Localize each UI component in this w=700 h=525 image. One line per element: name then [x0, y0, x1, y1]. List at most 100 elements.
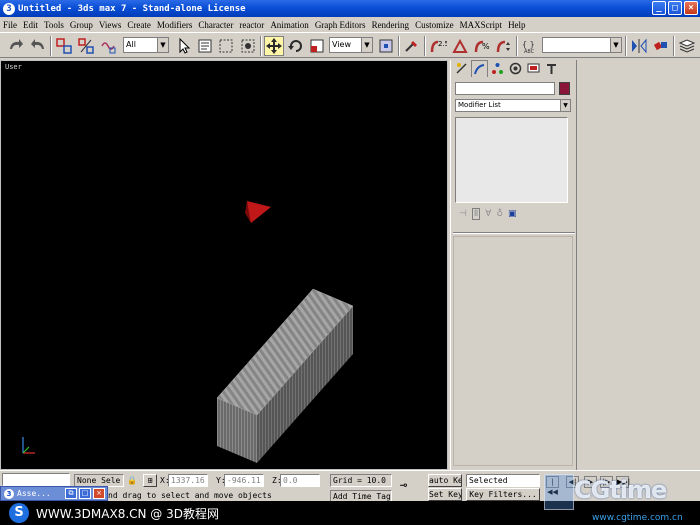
chevron-down-icon: ▼: [361, 38, 372, 52]
selection-filter-value: All: [126, 40, 136, 49]
panel-divider: [453, 232, 575, 234]
close-icon[interactable]: ×: [93, 488, 105, 499]
undo-icon[interactable]: [6, 36, 26, 56]
close-icon[interactable]: ×: [684, 1, 698, 15]
svg-text:2.5: 2.5: [438, 40, 447, 48]
menu-edit[interactable]: Edit: [20, 20, 41, 30]
rectangular-selection-icon[interactable]: [216, 36, 236, 56]
watermark-logo-icon: S: [9, 503, 29, 523]
layer-manager-icon[interactable]: [677, 36, 697, 56]
menu-views[interactable]: Views: [96, 20, 124, 30]
select-and-link-icon[interactable]: [54, 36, 74, 56]
z-coordinate-field[interactable]: 0.0: [280, 474, 320, 487]
set-key-button[interactable]: Set Key: [428, 488, 462, 501]
object-color-swatch[interactable]: [559, 82, 570, 95]
chevron-down-icon: ▼: [610, 38, 621, 52]
selection-filter-dropdown[interactable]: All ▼: [123, 37, 169, 53]
lock-selection-icon[interactable]: 🔒: [127, 474, 137, 487]
display-tab-icon[interactable]: [525, 60, 542, 77]
menu-customize[interactable]: Customize: [412, 20, 457, 30]
menu-reactor[interactable]: reactor: [236, 20, 267, 30]
hierarchy-tab-icon[interactable]: [489, 60, 506, 77]
maximize-icon[interactable]: □: [79, 488, 91, 499]
pivot-center-icon[interactable]: [376, 36, 396, 56]
y-coordinate-field[interactable]: -946.11: [224, 474, 264, 487]
key-icon[interactable]: ⊸: [400, 479, 407, 492]
cgtime-logo: CGtime www.cgtime.com.cn: [540, 470, 700, 525]
select-and-scale-icon[interactable]: [307, 36, 327, 56]
redo-icon[interactable]: [28, 36, 48, 56]
make-unique-icon[interactable]: ∀: [485, 209, 491, 219]
chevron-down-icon: ▼: [157, 38, 168, 52]
app-icon: 3: [3, 2, 15, 15]
modify-tab-icon[interactable]: [471, 60, 488, 77]
utilities-tab-icon[interactable]: [543, 60, 560, 77]
menu-maxscript[interactable]: MAXScript: [457, 20, 506, 30]
key-mode-dropdown[interactable]: Selected: [466, 474, 540, 487]
cgtime-logo-mark: [544, 474, 574, 510]
unlink-selection-icon[interactable]: [76, 36, 96, 56]
minimized-asset-browser[interactable]: 3 Asse... ⧉ □ ×: [0, 486, 108, 501]
camera-cone-icon[interactable]: [245, 201, 271, 223]
menu-character[interactable]: Character: [195, 20, 236, 30]
modifier-list-label: Modifier List: [458, 101, 501, 109]
percent-snap-icon[interactable]: %: [472, 36, 492, 56]
select-by-name-icon[interactable]: [195, 36, 215, 56]
create-tab-icon[interactable]: [453, 60, 470, 77]
grid-size-display: Grid = 10.0: [330, 474, 392, 487]
select-object-icon[interactable]: [174, 36, 194, 56]
menu-group[interactable]: Group: [67, 20, 96, 30]
object-name-field[interactable]: [455, 82, 555, 95]
named-selection-dropdown[interactable]: ▼: [542, 37, 622, 53]
pin-stack-icon[interactable]: ⊣: [459, 209, 467, 219]
prompt-line: nd drag to select and move objects: [108, 491, 272, 500]
key-filters-button[interactable]: Key Filters...: [466, 488, 540, 501]
restore-icon[interactable]: ⧉: [65, 488, 77, 499]
watermark-text: WWW.3DMAX8.CN @ 3D教程网: [36, 507, 220, 521]
absolute-mode-toggle-icon[interactable]: ⊞: [143, 474, 157, 487]
x-coordinate-field[interactable]: 1337.16: [168, 474, 208, 487]
auto-key-button[interactable]: auto Ke: [428, 474, 462, 487]
menu-help[interactable]: Help: [505, 20, 529, 30]
snaps-toggle-icon[interactable]: 2.5: [428, 36, 448, 56]
app-icon: 3: [4, 489, 14, 499]
box-object[interactable]: [216, 288, 354, 463]
maximize-icon[interactable]: □: [668, 1, 682, 15]
bind-space-warp-icon[interactable]: [98, 36, 118, 56]
stack-toolbar: ⊣ Ⅱ ∀ ♁ ▣: [455, 207, 569, 221]
select-and-rotate-icon[interactable]: [286, 36, 306, 56]
mirror-icon[interactable]: [629, 36, 649, 56]
menu-rendering[interactable]: Rendering: [369, 20, 413, 30]
maxscript-listener-field[interactable]: [2, 473, 70, 486]
menu-modifiers[interactable]: Modifiers: [154, 20, 196, 30]
spinner-snap-icon[interactable]: [494, 36, 514, 56]
configure-modifier-sets-icon[interactable]: ▣: [508, 209, 517, 219]
modifier-list-dropdown[interactable]: Modifier List ▼: [455, 99, 571, 112]
menu-file[interactable]: File: [0, 20, 20, 30]
menu-tools[interactable]: Tools: [41, 20, 67, 30]
svg-text:%: %: [482, 42, 490, 51]
chevron-down-icon: ▼: [560, 100, 570, 111]
window-crossing-icon[interactable]: [238, 36, 258, 56]
show-end-result-icon[interactable]: Ⅱ: [471, 208, 481, 220]
viewport-user[interactable]: User: [0, 60, 448, 470]
menu-create[interactable]: Create: [124, 20, 153, 30]
select-and-move-icon[interactable]: [264, 36, 284, 56]
reference-coordinate-dropdown[interactable]: View ▼: [329, 37, 373, 53]
axis-tripod-icon: [22, 437, 35, 454]
align-icon[interactable]: [651, 36, 671, 56]
select-and-manipulate-icon[interactable]: [402, 36, 422, 56]
cgtime-logo-text: CGtime: [574, 476, 667, 504]
modifier-stack[interactable]: [455, 117, 568, 203]
cgtime-logo-url: www.cgtime.com.cn: [592, 513, 683, 523]
menu-animation[interactable]: Animation: [267, 20, 312, 30]
reference-coordinate-value: View: [332, 40, 351, 49]
remove-modifier-icon[interactable]: ♁: [496, 209, 503, 219]
command-panel: Modifier List ▼ ⊣ Ⅱ ∀ ♁ ▣: [450, 60, 576, 470]
minimize-icon[interactable]: _: [652, 1, 666, 15]
motion-tab-icon[interactable]: [507, 60, 524, 77]
edit-named-selection-icon[interactable]: { } ABC: [520, 36, 540, 56]
viewport-scene: [22, 201, 354, 463]
angle-snap-icon[interactable]: [450, 36, 470, 56]
menu-graph-editors[interactable]: Graph Editors: [312, 20, 369, 30]
